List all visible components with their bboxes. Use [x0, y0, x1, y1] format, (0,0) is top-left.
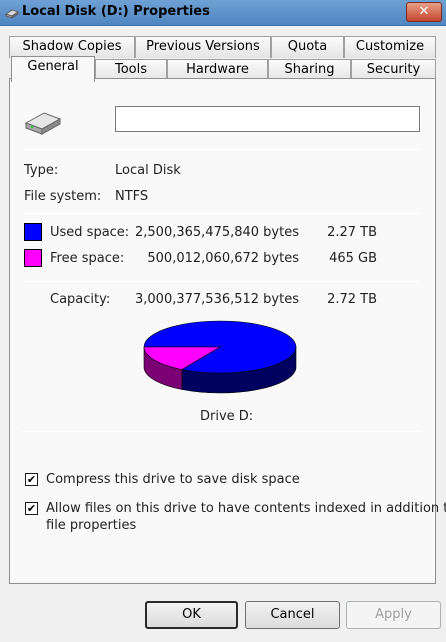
used-space-bytes: 2,500,365,475,840 bytes	[135, 225, 299, 240]
ok-button[interactable]: OK	[145, 601, 238, 629]
divider	[22, 213, 420, 214]
tab-previous-versions[interactable]: Previous Versions	[135, 36, 271, 58]
used-space-swatch	[24, 223, 42, 241]
file-system-value: NTFS	[115, 189, 149, 204]
title-bar: Local Disk (D:) Properties ✕	[0, 0, 446, 26]
close-button[interactable]: ✕	[406, 2, 442, 22]
tab-shadow-copies[interactable]: Shadow Copies	[9, 36, 135, 58]
used-space-label: Used space:	[50, 225, 130, 240]
drive-name-input[interactable]	[115, 106, 420, 132]
tab-general[interactable]: General	[11, 56, 95, 82]
tab-quota[interactable]: Quota	[271, 36, 344, 58]
index-label-line2: file properties	[46, 518, 137, 533]
capacity-size: 2.72 TB	[327, 292, 377, 307]
free-space-size: 465 GB	[329, 251, 377, 266]
type-value: Local Disk	[115, 163, 181, 178]
apply-button[interactable]: Apply	[346, 601, 441, 629]
free-space-label: Free space:	[50, 251, 125, 266]
free-space-bytes: 500,012,060,672 bytes	[147, 251, 299, 266]
compress-checkbox[interactable]: ✔	[25, 473, 38, 486]
drive-label: Drive D:	[200, 409, 254, 424]
cancel-button[interactable]: Cancel	[245, 601, 340, 629]
capacity-bytes: 3,000,377,536,512 bytes	[135, 292, 299, 307]
hard-drive-icon	[24, 112, 62, 135]
general-panel: Type: Local Disk File system: NTFS Used …	[9, 78, 446, 584]
index-label-line1: Allow files on this drive to have conten…	[46, 501, 446, 516]
free-space-swatch	[24, 249, 42, 267]
close-icon: ✕	[418, 4, 430, 19]
compress-label: Compress this drive to save disk space	[46, 472, 300, 487]
disk-usage-pie-chart	[143, 320, 297, 394]
capacity-label: Capacity:	[50, 292, 111, 307]
type-label: Type:	[24, 163, 59, 178]
divider	[22, 149, 420, 150]
window-title: Local Disk (D:) Properties	[22, 4, 210, 19]
divider	[22, 281, 420, 282]
drive-icon	[5, 9, 19, 19]
index-checkbox[interactable]: ✔	[25, 502, 38, 515]
divider	[22, 431, 420, 432]
tab-customize[interactable]: Customize	[344, 36, 436, 58]
file-system-label: File system:	[24, 189, 102, 204]
used-space-size: 2.27 TB	[327, 225, 377, 240]
